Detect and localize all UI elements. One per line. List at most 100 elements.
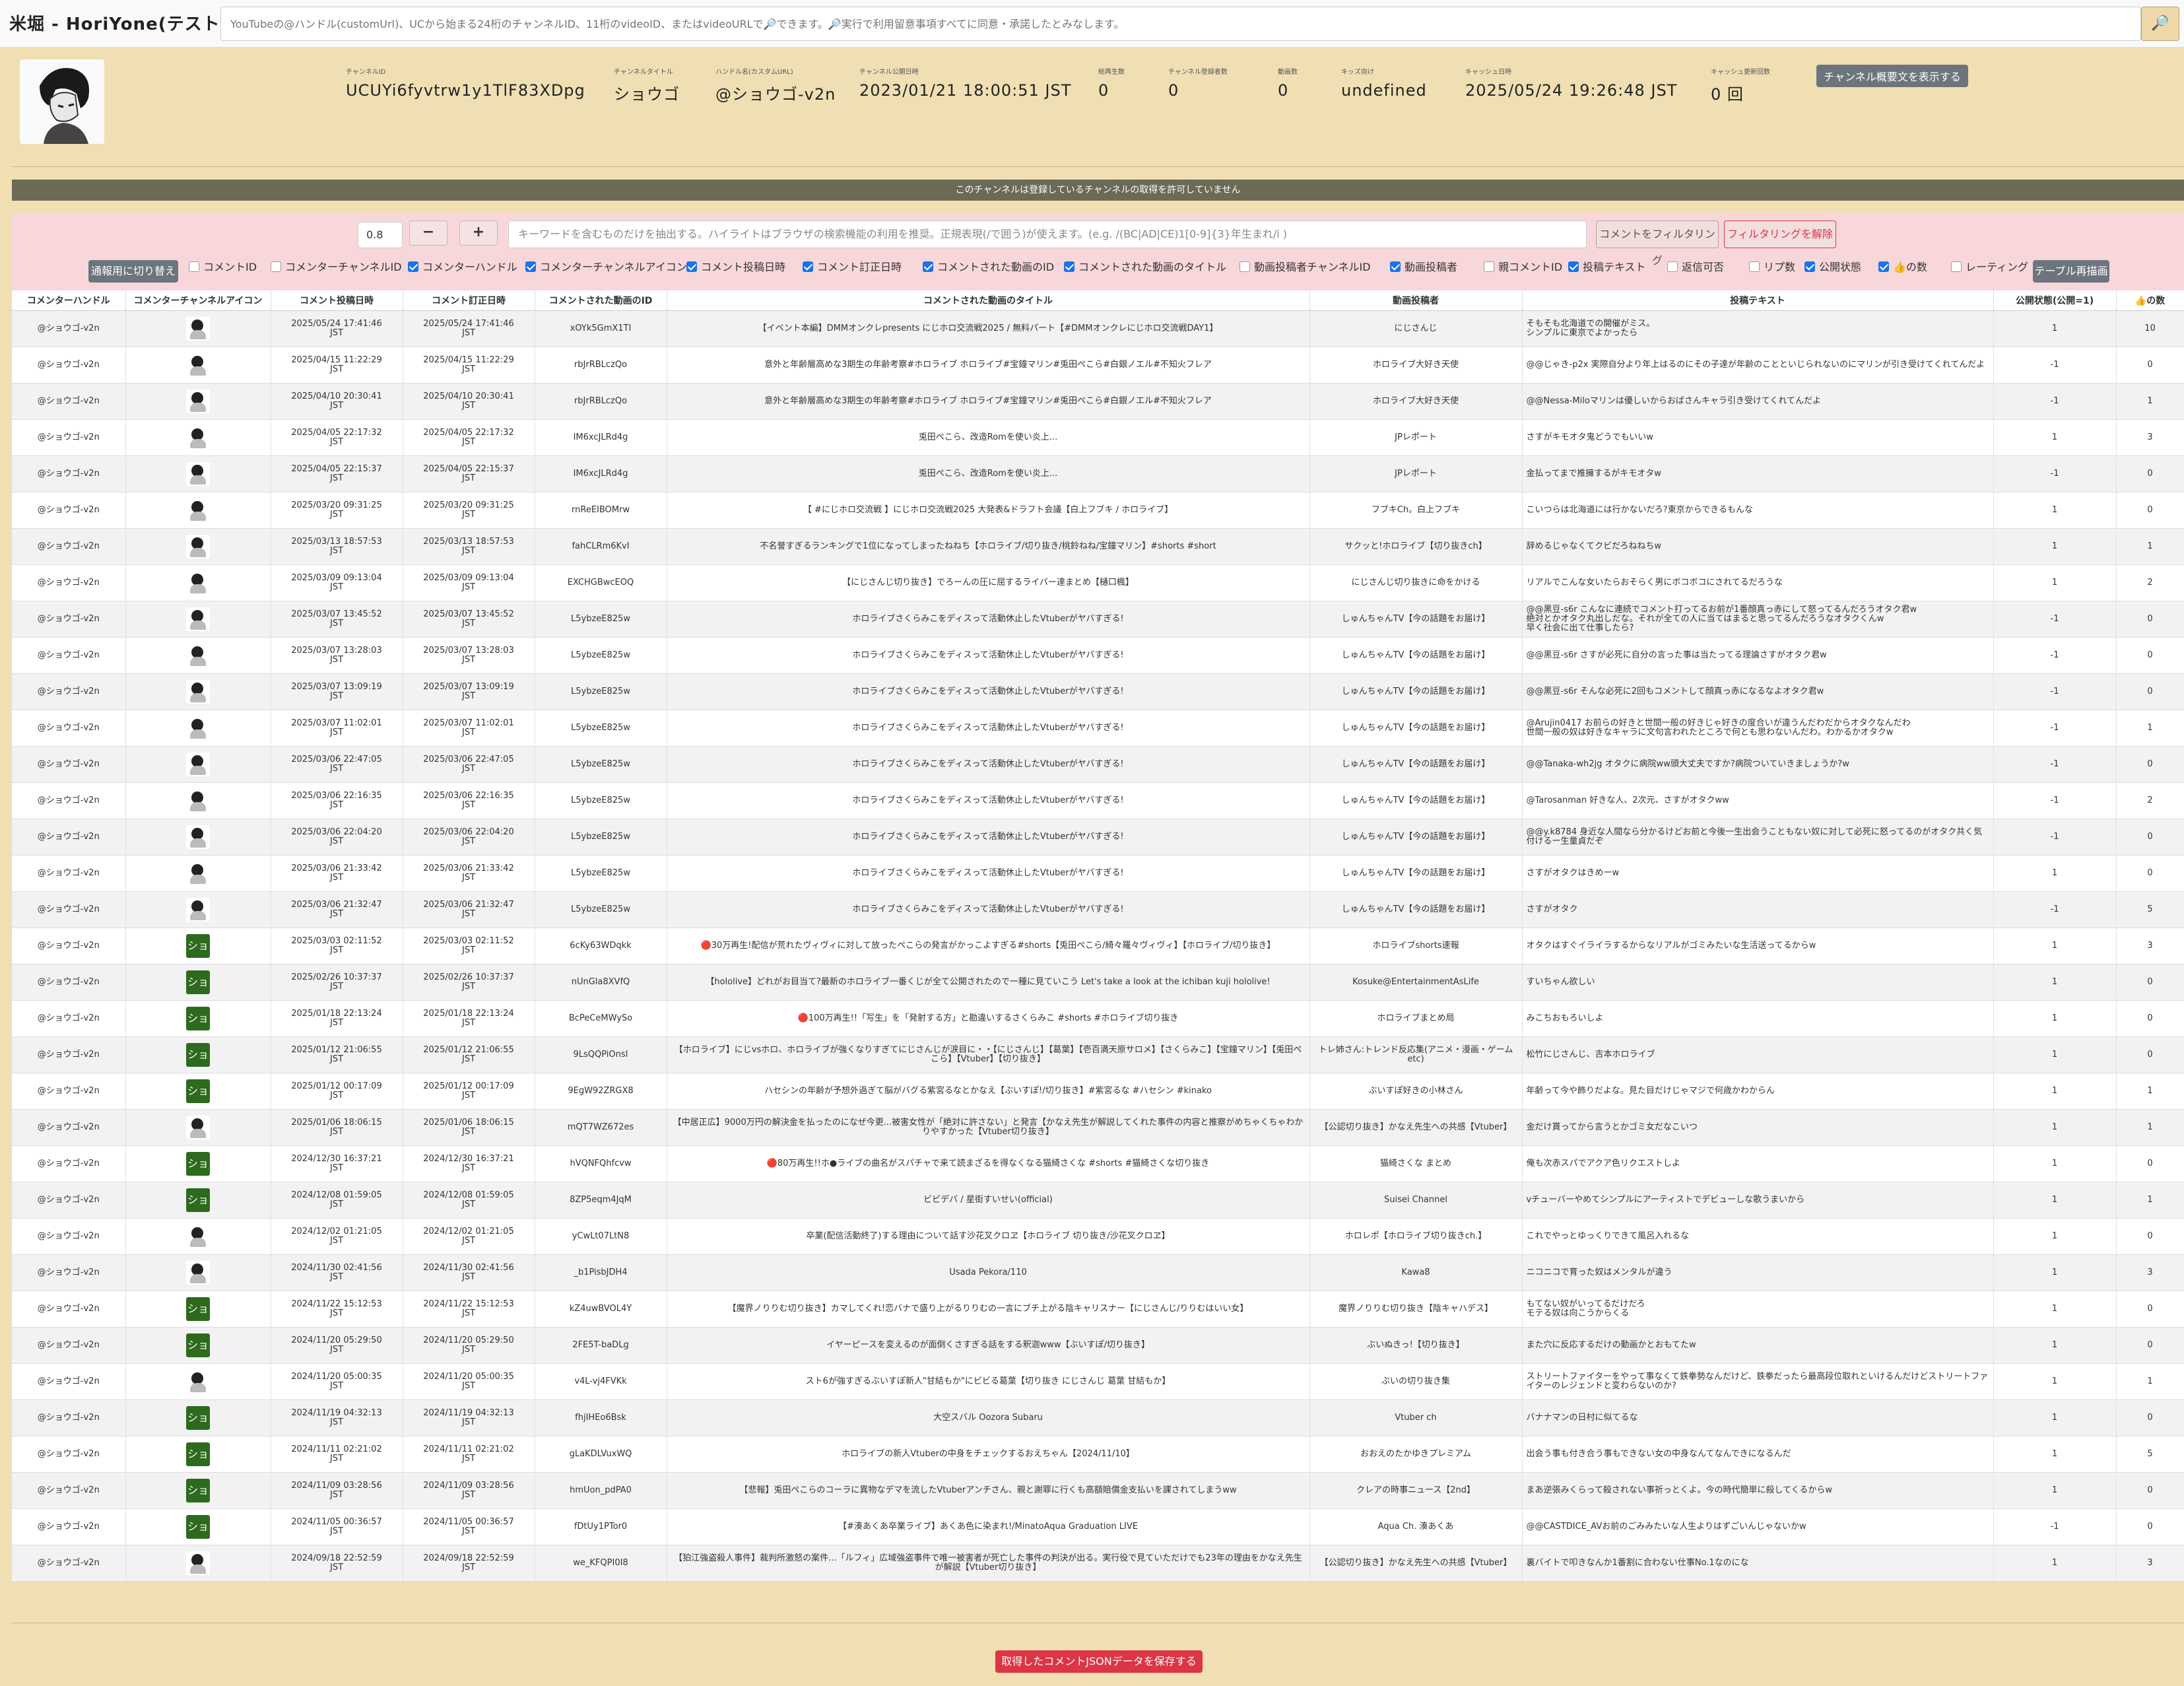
toggle-column[interactable]: コメントID — [189, 260, 257, 275]
commenter-avatar[interactable]: ショ — [186, 1442, 210, 1466]
commenter-avatar[interactable]: ショ — [186, 1151, 210, 1176]
toggle-column[interactable]: 動画投稿者 — [1390, 260, 1457, 275]
checkbox[interactable] — [686, 261, 697, 272]
toggle-column[interactable]: コメント訂正日時 — [803, 260, 902, 275]
column-header[interactable]: 動画投稿者 — [1309, 290, 1523, 311]
decrease-button[interactable]: − — [409, 220, 447, 246]
checkbox[interactable] — [803, 261, 813, 272]
search-input[interactable] — [220, 7, 2141, 41]
report-mode-button[interactable]: 通報用に切り替え — [88, 260, 178, 283]
commenter-avatar[interactable] — [186, 752, 210, 776]
commenter-avatar[interactable]: ショ — [186, 1297, 210, 1321]
commenter-avatar[interactable] — [186, 1115, 210, 1139]
toggle-column[interactable]: コメントされた動画のタイトル — [1064, 260, 1226, 275]
cell-likes: 0 — [2116, 637, 2184, 674]
checkbox[interactable] — [1749, 261, 1760, 272]
commenter-avatar[interactable]: ショ — [186, 970, 210, 994]
checkbox[interactable] — [1951, 261, 1962, 272]
column-header[interactable]: コメントされた動画のID — [535, 290, 667, 311]
checkbox[interactable] — [1484, 261, 1494, 272]
commenter-avatar[interactable]: ショ — [186, 1079, 210, 1103]
column-header[interactable]: コメンターハンドル — [12, 290, 126, 311]
checkbox[interactable] — [1667, 261, 1678, 272]
commenter-avatar[interactable]: ショ — [186, 933, 210, 958]
toggle-column[interactable]: 親コメントID — [1484, 260, 1562, 275]
checkbox[interactable] — [271, 261, 281, 272]
commenter-avatar[interactable] — [186, 534, 210, 558]
commenter-avatar[interactable] — [186, 1551, 210, 1575]
commenter-avatar[interactable] — [186, 570, 210, 595]
column-header[interactable]: 公開状態(公開=1) — [1993, 290, 2117, 311]
cell-status: 1 — [1993, 1073, 2117, 1110]
commenter-avatar[interactable] — [186, 825, 210, 849]
increase-button[interactable]: + — [459, 220, 498, 246]
checkbox[interactable] — [1064, 261, 1075, 272]
save-json-button[interactable]: 取得したコメントJSONデータを保存する — [995, 1650, 1203, 1673]
commenter-avatar[interactable] — [186, 1369, 210, 1394]
checkbox[interactable] — [408, 261, 418, 272]
checkbox[interactable] — [1804, 261, 1815, 272]
commenter-avatar[interactable] — [186, 861, 210, 885]
column-header[interactable]: コメントされた動画のタイトル — [667, 290, 1310, 311]
threshold-input[interactable]: 0.8 — [358, 222, 403, 248]
checkbox[interactable] — [1878, 261, 1889, 272]
commenter-avatar[interactable] — [186, 788, 210, 813]
commenter-avatar[interactable] — [186, 461, 210, 486]
commenter-avatar[interactable] — [186, 897, 210, 922]
toggle-column[interactable]: コメント投稿日時 — [686, 260, 785, 275]
toggle-column[interactable]: 動画投稿者チャンネルID — [1240, 260, 1371, 275]
toggle-column[interactable]: 👍の数 — [1878, 260, 1927, 275]
commenter-avatar[interactable]: ショ — [186, 1042, 210, 1067]
toggle-column[interactable]: コメンターハンドル — [408, 260, 517, 275]
toggle-column[interactable]: コメントされた動画のID — [923, 260, 1054, 275]
commenter-avatar[interactable] — [186, 425, 210, 450]
cell-posted-date: 2025/03/03 02:11:52 JST — [271, 927, 403, 964]
toggle-label: レーティング — [1966, 261, 2029, 273]
commenter-avatar[interactable] — [186, 353, 210, 377]
commenter-avatar[interactable] — [186, 1260, 210, 1285]
commenter-avatar[interactable]: ショ — [186, 1006, 210, 1030]
commenter-avatar[interactable]: ショ — [186, 1333, 210, 1357]
cell-video-title: 【ホロライブ】にじvsホロ、ホロライブが強くなりすぎてにじさんじが涙目に・・【に… — [667, 1036, 1310, 1073]
column-header[interactable]: コメント訂正日時 — [403, 290, 535, 311]
search-button[interactable]: 🔎 — [2141, 7, 2179, 41]
commenter-avatar[interactable] — [186, 498, 210, 522]
commenter-avatar[interactable] — [186, 316, 210, 341]
toggle-column[interactable]: コメンターチャンネルID — [271, 260, 402, 275]
column-header[interactable]: コメンターチャンネルアイコン — [125, 290, 271, 311]
checkbox[interactable] — [1240, 261, 1250, 272]
timezone: JST — [329, 327, 344, 338]
cell-video-author: フブキCh。白上フブキ — [1309, 492, 1523, 529]
commenter-avatar[interactable] — [186, 1224, 210, 1248]
commenter-avatar[interactable] — [186, 643, 210, 667]
commenter-avatar[interactable] — [186, 607, 210, 631]
checkbox[interactable] — [1568, 261, 1579, 272]
toggle-column[interactable]: 公開状態 — [1804, 260, 1861, 275]
commenter-avatar[interactable]: ショ — [186, 1514, 210, 1539]
column-header[interactable]: 投稿テキスト — [1522, 290, 1994, 311]
redraw-table-button[interactable]: テーブル再描画 — [2033, 260, 2109, 283]
checkbox[interactable] — [189, 261, 199, 272]
checkbox[interactable] — [923, 261, 933, 272]
toggle-column[interactable]: 返信可否 — [1667, 260, 1724, 275]
commenter-avatar[interactable]: ショ — [186, 1188, 210, 1212]
toggle-column[interactable]: 投稿テキスト — [1568, 260, 1646, 275]
checkbox[interactable] — [525, 261, 536, 272]
column-header[interactable]: コメント投稿日時 — [271, 290, 403, 311]
checkbox[interactable] — [1390, 261, 1401, 272]
filter-button[interactable]: コメントをフィルタリング — [1596, 220, 1719, 267]
unfilter-button[interactable]: フィルタリングを解除 — [1724, 220, 1836, 248]
commenter-avatar[interactable] — [186, 679, 210, 704]
cell-edited-date: 2025/03/06 21:32:47 JST — [403, 891, 535, 928]
datetime: 2024/11/11 02:21:02 — [291, 1444, 382, 1454]
toggle-column[interactable]: レーティング — [1951, 260, 2028, 275]
show-description-button[interactable]: チャンネル概要文を表示する — [1816, 65, 1968, 87]
commenter-avatar[interactable] — [186, 716, 210, 740]
commenter-avatar[interactable]: ショ — [186, 1405, 210, 1430]
commenter-avatar[interactable]: ショ — [186, 1478, 210, 1502]
toggle-column[interactable]: リプ数 — [1749, 260, 1795, 275]
toggle-column[interactable]: コメンターチャンネルアイコン — [525, 260, 687, 275]
column-header[interactable]: 👍の数 — [2116, 290, 2184, 311]
commenter-avatar[interactable] — [186, 389, 210, 413]
keyword-input[interactable]: キーワードを含むものだけを抽出する。ハイライトはブラウザの検索機能の利用を推奨。… — [508, 220, 1587, 248]
